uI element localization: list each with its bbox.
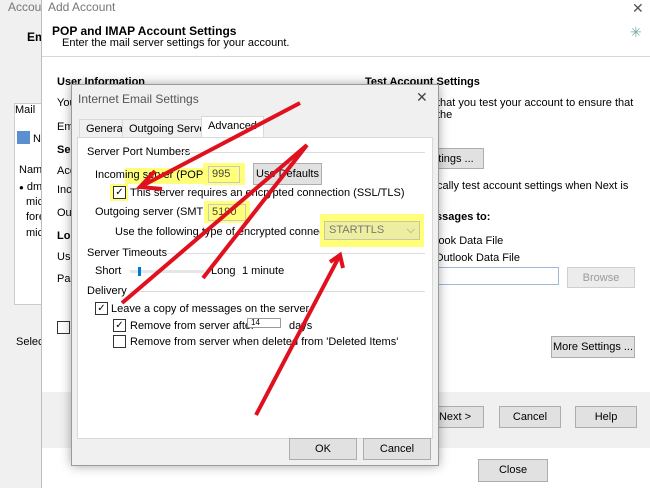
arrow-leave-copy — [120, 143, 309, 305]
arrow-port — [201, 143, 309, 280]
annotation-arrows — [120, 101, 345, 416]
arrow-encryption — [254, 254, 342, 416]
arrow-ssl — [139, 101, 301, 189]
